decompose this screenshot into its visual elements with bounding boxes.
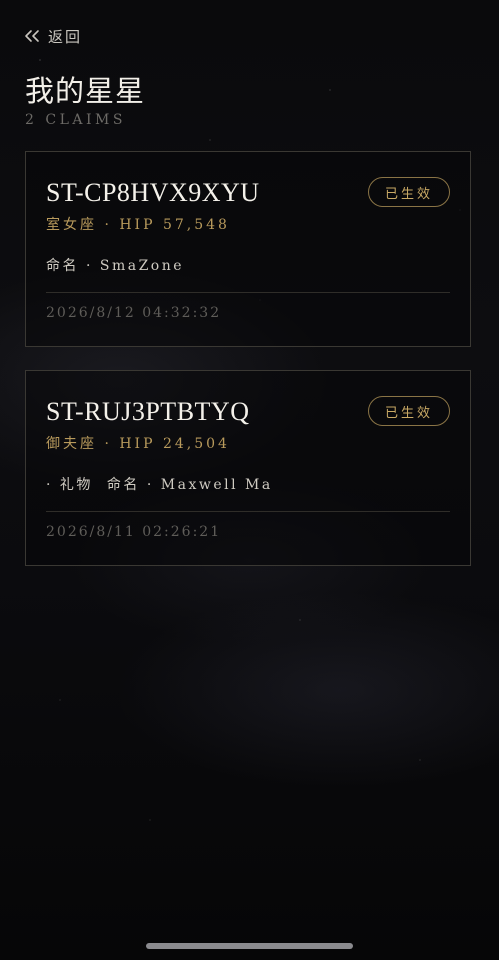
status-badge: 已生效 (368, 177, 450, 207)
star-claim-card[interactable]: ST-CP8HVX9XYU 已生效 室女座 · HIP 57,548 命名 · … (25, 151, 471, 347)
back-button[interactable]: 返回 (24, 24, 82, 48)
card-divider (46, 511, 450, 512)
claim-id: ST-CP8HVX9XYU (46, 178, 260, 207)
double-chevron-left-icon (25, 30, 39, 42)
card-divider (46, 292, 450, 293)
back-label: 返回 (48, 27, 83, 46)
constellation-info: 室女座 · HIP 57,548 (46, 217, 230, 233)
star-claim-card[interactable]: ST-RUJ3PTBTYQ 已生效 御夫座 · HIP 24,504 · 礼物命… (25, 370, 471, 566)
constellation-info: 御夫座 · HIP 24,504 (46, 436, 230, 452)
claim-timestamp: 2026/8/12 04:32:32 (46, 305, 222, 321)
status-badge: 已生效 (368, 396, 450, 426)
claims-count: 2 CLAIMS (25, 112, 126, 128)
claim-timestamp: 2026/8/11 02:26:21 (46, 524, 222, 540)
star-name-line: 命名 · SmaZone (46, 255, 184, 275)
star-name: 命名 · Maxwell Ma (106, 477, 273, 493)
star-name-line: · 礼物 命名 · Maxwell Ma (46, 474, 273, 494)
star-name: 命名 · SmaZone (46, 258, 185, 274)
gift-tag: · 礼物 (46, 477, 93, 493)
home-indicator[interactable] (146, 943, 353, 949)
claim-id: ST-RUJ3PTBTYQ (46, 397, 250, 426)
page-title: 我的星星 (25, 74, 146, 108)
